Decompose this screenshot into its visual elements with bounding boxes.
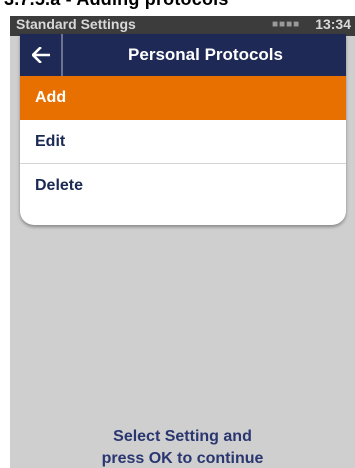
signal-icon: ■■■■	[272, 19, 301, 30]
status-bar: Standard Settings ■■■■ 13:34	[10, 16, 355, 36]
status-title: Standard Settings	[16, 16, 136, 32]
footer-hint: Select Setting and press OK to continue	[10, 426, 355, 468]
document-heading: 3.7.5.a - Adding protocols	[4, 0, 229, 10]
menu-item-label: Add	[35, 89, 67, 106]
back-button[interactable]	[20, 34, 63, 76]
menu-header: Personal Protocols	[20, 34, 346, 76]
status-time: 13:34	[315, 16, 351, 32]
footer-line-1: Select Setting and	[113, 428, 252, 445]
menu-item-add[interactable]: Add	[20, 76, 346, 120]
menu-item-label: Delete	[35, 177, 84, 194]
menu-title: Personal Protocols	[128, 45, 283, 64]
arrow-left-icon	[30, 46, 50, 64]
device-screen: Standard Settings ■■■■ 13:34 Personal Pr…	[10, 16, 355, 468]
menu-item-delete[interactable]: Delete	[20, 164, 346, 208]
menu-item-label: Edit	[35, 133, 66, 150]
footer-line-2: press OK to continue	[101, 450, 264, 467]
protocols-menu: Personal Protocols Add Edit Delete	[20, 34, 346, 225]
menu-item-edit[interactable]: Edit	[20, 120, 346, 164]
